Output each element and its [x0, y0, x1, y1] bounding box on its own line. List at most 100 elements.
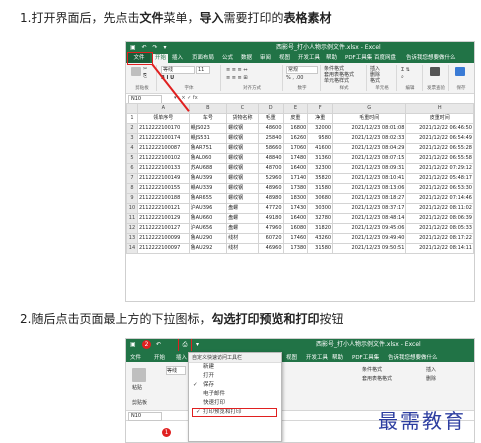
- sum-icon[interactable]: Σ ⇅: [401, 67, 410, 73]
- tell-me-search[interactable]: 告诉我您想要做什么: [406, 54, 456, 62]
- table-cell[interactable]: 盘螺: [226, 213, 259, 224]
- table-cell[interactable]: 2021/12/22 08:17:22: [405, 233, 474, 244]
- table-cell[interactable]: 17480: [282, 153, 309, 164]
- table-cell[interactable]: 2021/12/22 07:29:12: [405, 163, 474, 174]
- table-cell[interactable]: 2021/12/22 07:14:46: [405, 193, 474, 204]
- row-number[interactable]: 10: [126, 203, 138, 214]
- table-cell[interactable]: 螺纹钢: [226, 173, 259, 184]
- table-cell[interactable]: 48600: [257, 123, 284, 134]
- table-cell[interactable]: 49180: [257, 213, 284, 224]
- row-number[interactable]: 13: [126, 233, 138, 244]
- column-header[interactable]: A: [136, 103, 190, 114]
- column-header[interactable]: E: [282, 103, 309, 114]
- table-cell[interactable]: 30680: [307, 193, 334, 204]
- table-cell[interactable]: 2112222100155: [136, 183, 190, 194]
- table-cell[interactable]: 线材: [226, 243, 259, 254]
- row-number[interactable]: 6: [126, 163, 138, 174]
- ribbon-tab-1[interactable]: 开始: [153, 54, 169, 63]
- table-cell[interactable]: 2021/12/23 08:18:27: [332, 193, 407, 204]
- table-cell[interactable]: 螺纹钢: [226, 183, 259, 194]
- ribbon-tab-2-8[interactable]: 开发工具: [306, 353, 328, 361]
- table-cell[interactable]: 48980: [257, 193, 284, 204]
- ribbon-tab-2-2[interactable]: 插入: [176, 353, 187, 361]
- table-cell[interactable]: 58660: [257, 143, 284, 154]
- print-preview-qat-icon[interactable]: ⎙: [178, 339, 192, 352]
- ribbon-tab-2-0[interactable]: 文件: [130, 353, 141, 361]
- table-cell[interactable]: 2021/12/23 08:48:14: [332, 213, 407, 224]
- table-cell[interactable]: 赣AU339: [188, 183, 228, 194]
- table-cell[interactable]: 35820: [307, 173, 334, 184]
- table-cell[interactable]: 鲁AU290: [188, 233, 228, 244]
- delete-button-2[interactable]: 删除: [426, 375, 436, 382]
- ribbon-tab-2-10[interactable]: PDF工具集: [352, 353, 379, 361]
- table-cell[interactable]: 赣JS023: [188, 123, 228, 134]
- table-cell[interactable]: 17460: [282, 233, 309, 244]
- table-cell[interactable]: 沪AU396: [188, 203, 228, 214]
- table-cell[interactable]: 线材: [226, 233, 259, 244]
- table-cell[interactable]: 2021/12/23 09:45:06: [332, 223, 407, 234]
- table-cell[interactable]: 鲁AR751: [188, 143, 228, 154]
- table-cell[interactable]: 2112222100121: [136, 203, 190, 214]
- table-cell[interactable]: 2021/12/23 09:50:51: [332, 243, 407, 254]
- number-format-select[interactable]: 常规: [286, 66, 318, 74]
- table-cell[interactable]: 2021/12/23 08:07:15: [332, 153, 407, 164]
- table-format-button-2[interactable]: 套用表格格式: [362, 375, 392, 382]
- column-header[interactable]: D: [257, 103, 284, 114]
- insert-button-2[interactable]: 插入: [426, 366, 436, 373]
- ribbon-tab-2-1[interactable]: 开始: [154, 353, 165, 361]
- percent-icon[interactable]: % , .00: [286, 75, 303, 81]
- table-cell[interactable]: 鲁AU399: [188, 173, 228, 184]
- copy-icon[interactable]: ⎘: [143, 73, 147, 79]
- save-icon[interactable]: ▣: [130, 339, 136, 351]
- table-cell[interactable]: 16800: [282, 123, 309, 134]
- table-cell[interactable]: 17430: [282, 203, 309, 214]
- table-cell[interactable]: 2021/12/23 09:49:40: [332, 233, 407, 244]
- table-cell[interactable]: 47960: [257, 223, 284, 234]
- ribbon-tab-8[interactable]: 开发工具: [298, 54, 320, 62]
- ribbon-tab-5[interactable]: 数据: [241, 54, 252, 62]
- row-number[interactable]: 2: [126, 123, 138, 134]
- table-cell[interactable]: 2021/12/23 08:10:41: [332, 173, 407, 184]
- table-cell[interactable]: 沪AU656: [188, 223, 228, 234]
- table-cell[interactable]: 2112222100149: [136, 173, 190, 184]
- ribbon-tab-11[interactable]: 百度网盘: [374, 54, 396, 62]
- table-cell[interactable]: 螺纹钢: [226, 153, 259, 164]
- column-header[interactable]: F: [307, 103, 334, 114]
- row-number[interactable]: 14: [126, 243, 138, 254]
- camera-icon[interactable]: [430, 67, 440, 76]
- table-cell[interactable]: 2021/12/23 08:13:06: [332, 183, 407, 194]
- ribbon-tab-9[interactable]: 帮助: [326, 54, 337, 62]
- ribbon-tab-3[interactable]: 页面布局: [192, 54, 214, 62]
- search-icon[interactable]: ⌕: [401, 74, 404, 80]
- table-cell[interactable]: 16080: [282, 223, 309, 234]
- table-cell[interactable]: 2021/12/22 08:06:39: [405, 213, 474, 224]
- table-cell[interactable]: 2112222100102: [136, 153, 190, 164]
- table-cell[interactable]: 螺纹钢: [226, 123, 259, 134]
- table-cell[interactable]: 18300: [282, 193, 309, 204]
- ribbon-tab-2[interactable]: 插入: [172, 54, 183, 62]
- table-cell[interactable]: 螺纹钢: [226, 143, 259, 154]
- table-cell[interactable]: 17380: [282, 183, 309, 194]
- table-cell[interactable]: 2112222100170: [136, 123, 190, 134]
- table-cell[interactable]: 2112222100133: [136, 163, 190, 174]
- table-header-cell[interactable]: 皮重: [282, 113, 309, 124]
- table-cell[interactable]: 17060: [282, 143, 309, 154]
- table-cell[interactable]: 2021/12/23 08:01:08: [332, 123, 407, 134]
- table-cell[interactable]: 31580: [307, 183, 334, 194]
- row-number[interactable]: 9: [126, 193, 138, 204]
- baidu-save-icon[interactable]: [455, 67, 465, 76]
- table-cell[interactable]: 32780: [307, 213, 334, 224]
- name-box-2[interactable]: N10: [128, 412, 162, 421]
- table-cell[interactable]: 2112222100174: [136, 133, 190, 144]
- conditional-format-button-2[interactable]: 条件格式: [362, 366, 382, 373]
- table-header-cell[interactable]: 车号: [188, 113, 228, 124]
- align-icons[interactable]: ≡ ≡ ≡ ⇔: [226, 67, 248, 73]
- table-cell[interactable]: 17140: [282, 173, 309, 184]
- table-header-cell[interactable]: 净重: [307, 113, 334, 124]
- tell-me-search-2[interactable]: 告诉我您想要做什么: [388, 353, 438, 361]
- paste-icon-2[interactable]: [132, 368, 146, 382]
- table-cell[interactable]: 2021/12/23 08:09:31: [332, 163, 407, 174]
- table-cell[interactable]: 48840: [257, 153, 284, 164]
- table-cell[interactable]: 螺纹钢: [226, 133, 259, 144]
- qat-menu-item[interactable]: 快速打印: [189, 399, 281, 408]
